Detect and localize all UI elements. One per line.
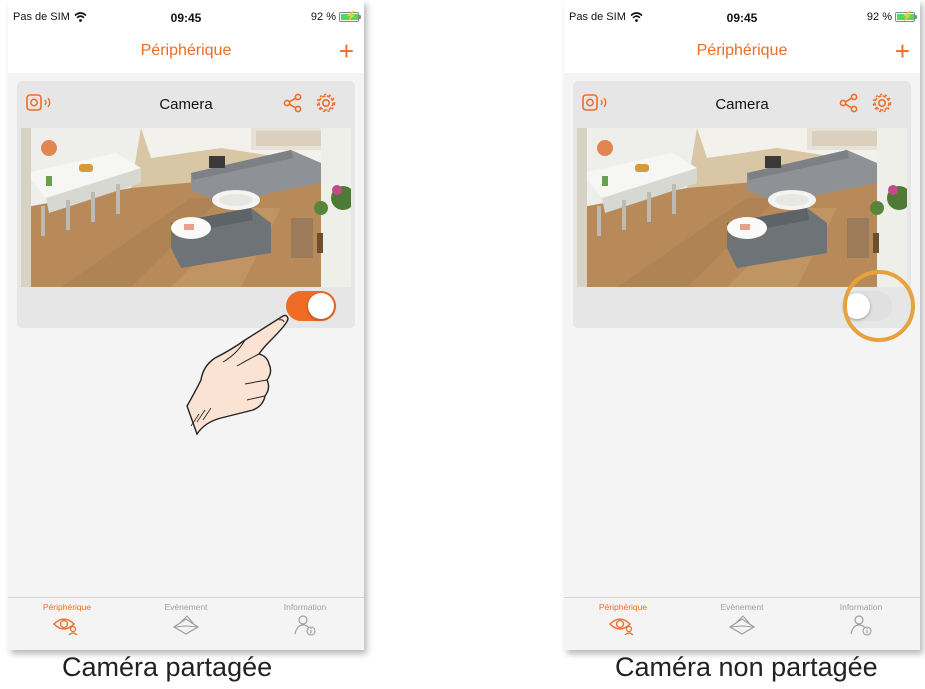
tab-label: Information bbox=[283, 602, 327, 612]
add-device-button[interactable]: + bbox=[895, 36, 910, 66]
nav-bar: Périphérique + bbox=[8, 34, 364, 70]
battery-percent: 92 % bbox=[866, 11, 892, 23]
caption-shared: Caméra partagée bbox=[62, 652, 273, 682]
page-title: Périphérique bbox=[696, 42, 788, 59]
share-icon[interactable] bbox=[283, 93, 303, 113]
card-header: Camera bbox=[573, 81, 911, 128]
battery-icon: ⚡ bbox=[895, 11, 917, 22]
user-info-icon bbox=[850, 615, 872, 636]
battery-status: 92 % ⚡ bbox=[310, 11, 361, 23]
camera-feed-image[interactable] bbox=[577, 128, 907, 287]
page-title: Périphérique bbox=[140, 42, 232, 59]
add-device-button[interactable]: + bbox=[339, 36, 354, 66]
camera-name: Camera bbox=[159, 96, 213, 113]
tab-label: Périphérique bbox=[598, 602, 648, 612]
camera-feed-image[interactable] bbox=[21, 128, 351, 287]
gear-icon[interactable] bbox=[871, 92, 893, 114]
highlight-circle bbox=[843, 270, 915, 342]
tab-label: Evènement bbox=[164, 602, 208, 612]
share-icon[interactable] bbox=[839, 93, 859, 113]
battery-percent: 92 % bbox=[310, 11, 336, 23]
tap-hand-illustration bbox=[186, 314, 289, 436]
device-eye-icon bbox=[53, 618, 78, 636]
camera-card[interactable]: Camera bbox=[17, 81, 355, 328]
gear-icon[interactable] bbox=[315, 92, 337, 114]
user-info-icon bbox=[294, 615, 316, 636]
tab-label: Evènement bbox=[720, 602, 764, 612]
device-eye-icon bbox=[609, 618, 634, 636]
status-bar: Pas de SIM 09:45 92 % ⚡ bbox=[8, 0, 364, 34]
card-header: Camera bbox=[17, 81, 355, 128]
tab-information[interactable]: Information bbox=[802, 598, 920, 650]
nav-bar: Périphérique + bbox=[564, 34, 920, 70]
battery-status: 92 % ⚡ bbox=[866, 11, 917, 23]
tab-bar: Périphérique Evènement Information bbox=[8, 597, 364, 650]
tab-peripherique[interactable]: Périphérique bbox=[8, 598, 126, 650]
status-bar: Pas de SIM 09:45 92 % ⚡ bbox=[564, 0, 920, 34]
battery-icon: ⚡ bbox=[339, 11, 361, 22]
tab-label: Information bbox=[839, 602, 883, 612]
tab-information[interactable]: Information bbox=[246, 598, 364, 650]
envelope-icon bbox=[172, 615, 200, 635]
tab-peripherique[interactable]: Périphérique bbox=[564, 598, 682, 650]
tab-label: Périphérique bbox=[42, 602, 92, 612]
tab-evenement[interactable]: Evènement bbox=[127, 598, 245, 650]
toggle-knob bbox=[308, 293, 334, 319]
envelope-icon bbox=[728, 615, 756, 635]
camera-name: Camera bbox=[715, 96, 769, 113]
tab-evenement[interactable]: Evènement bbox=[683, 598, 801, 650]
tab-bar: Périphérique Evènement Information bbox=[564, 597, 920, 650]
caption-not-shared: Caméra non partagée bbox=[615, 652, 878, 682]
